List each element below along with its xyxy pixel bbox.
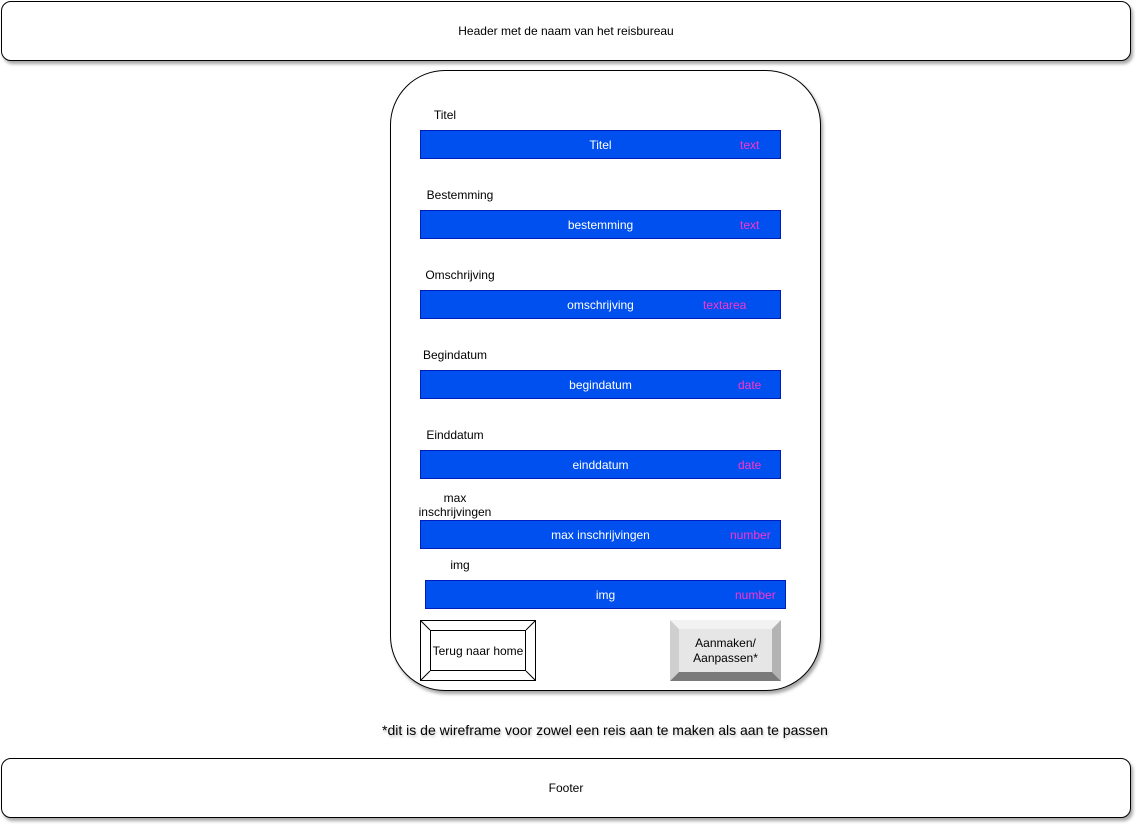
field-label-begindatum: Begindatum	[422, 348, 488, 362]
page-header: Header met de naam van het reisbureau	[1, 1, 1131, 61]
field-input-img[interactable]: img number	[425, 580, 786, 609]
field-input-titel[interactable]: Titel text	[420, 130, 781, 159]
field-type-bestemming: text	[740, 217, 760, 232]
field-type-einddatum: date	[738, 457, 762, 472]
field-name-img: img	[595, 587, 616, 602]
field-name-max-inschrijvingen: max inschrijvingen	[551, 527, 650, 542]
field-type-omschrijving: textarea	[703, 297, 747, 312]
footer-text: Footer	[548, 781, 584, 795]
field-label-omschrijving: Omschrijving	[425, 268, 495, 282]
field-type-begindatum: date	[738, 377, 762, 392]
create-update-button-label: Aanmaken/ Aanpassen*	[679, 629, 772, 672]
field-input-begindatum[interactable]: begindatum date	[420, 370, 781, 399]
field-type-max-inschrijvingen: number	[730, 527, 771, 542]
back-home-button-label: Terug naar home	[430, 630, 526, 671]
header-text: Header met de naam van het reisbureau	[458, 24, 674, 38]
create-update-button[interactable]: Aanmaken/ Aanpassen*	[670, 620, 781, 681]
field-label-einddatum: Einddatum	[426, 428, 484, 442]
field-name-einddatum: einddatum	[572, 457, 629, 472]
field-type-titel: text	[740, 137, 760, 152]
field-name-begindatum: begindatum	[569, 377, 632, 392]
back-home-button[interactable]: Terug naar home	[420, 620, 536, 681]
field-label-titel: Titel	[433, 108, 457, 122]
wireframe-note: *dit is de wireframe voor zowel een reis…	[382, 722, 828, 738]
field-input-bestemming[interactable]: bestemming text	[420, 210, 781, 239]
field-label-img: img	[450, 558, 470, 572]
field-input-omschrijving[interactable]: omschrijving textarea	[420, 290, 781, 319]
field-name-bestemming: bestemming	[567, 217, 634, 232]
field-input-max-inschrijvingen[interactable]: max inschrijvingen number	[420, 520, 781, 549]
field-label-bestemming: Bestemming	[426, 188, 494, 202]
field-type-img: number	[735, 587, 776, 602]
field-name-titel: Titel	[589, 137, 612, 152]
field-input-einddatum[interactable]: einddatum date	[420, 450, 781, 479]
page-footer: Footer	[1, 758, 1131, 818]
field-label-max-inschrijvingen: max inschrijvingen	[418, 491, 492, 519]
